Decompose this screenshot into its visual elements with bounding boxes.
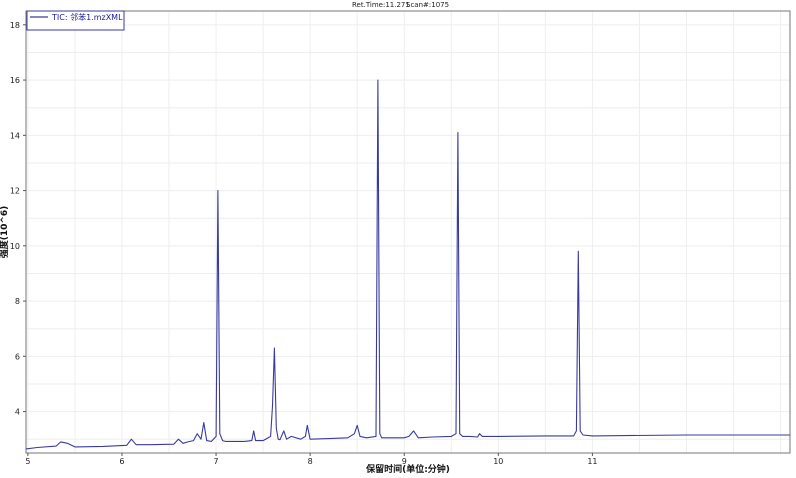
grid-lines (26, 11, 790, 453)
scan-number-readout: Scan#:1075 (406, 1, 449, 9)
x-tick-label: 11 (587, 457, 597, 466)
y-tick-label: 12 (10, 187, 20, 196)
legend-label: TIC: 邻苯1.mzXML (51, 12, 123, 22)
x-tick-label: 6 (119, 457, 124, 466)
y-tick-label: 16 (10, 76, 20, 85)
x-axis-ticks: 5 6 7 8 9 10 11 (25, 453, 598, 466)
y-tick-label: 18 (10, 21, 20, 30)
x-axis-title: 保留时间(单位:分钟) (365, 463, 450, 475)
y-tick-label: 6 (15, 352, 20, 361)
y-tick-label: 8 (15, 297, 20, 306)
x-tick-label: 10 (493, 457, 503, 466)
x-tick-label: 7 (214, 457, 219, 466)
x-tick-label: 8 (308, 457, 313, 466)
y-tick-label: 4 (15, 408, 20, 417)
y-tick-label: 14 (10, 131, 20, 140)
chromatogram-chart: 4681012141618 5 6 7 8 9 10 11 TIC: 邻苯1.mzXML R… (0, 1, 791, 475)
y-axis-ticks: 4 6 8 10 12 14 16 18 (10, 21, 26, 417)
y-tick-label: 10 (10, 242, 20, 251)
watermark: CSDN @hllllllhhhhh (616, 453, 739, 469)
plot-area-frame (25, 10, 791, 454)
retention-time-readout: Ret.Time:11.271 (352, 1, 410, 9)
y-axis-title: 强度(10^6) (0, 206, 10, 259)
legend: TIC: 邻苯1.mzXML (26, 10, 125, 31)
x-tick-label: 5 (25, 457, 30, 466)
